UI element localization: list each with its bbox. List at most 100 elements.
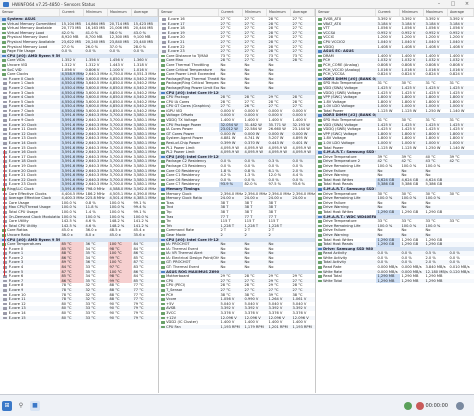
current-value: 1,290 MB (376, 278, 400, 284)
sensor-icon (3, 114, 8, 118)
col-average[interactable]: Average (291, 9, 315, 16)
maximize-icon[interactable]: □ (446, 0, 460, 8)
sensor-icon (162, 18, 167, 21)
sensor-row[interactable]: Write Total 1,290 MB 1,290 MB 1,290 MB (316, 278, 474, 284)
device-icon (160, 238, 165, 242)
col-minimum[interactable]: Minimum (84, 9, 108, 16)
col-current[interactable]: Current (60, 9, 84, 16)
sensor-icon (1, 40, 6, 44)
sensor-tray-icon[interactable] (415, 401, 424, 410)
sensor-icon (317, 192, 322, 196)
sensor-icon (160, 197, 165, 200)
sensor-icon (160, 220, 165, 223)
sensor-icon (160, 169, 165, 173)
sensor-icon (160, 293, 165, 297)
sensor-icon (160, 114, 165, 118)
sensor-icon (3, 119, 8, 122)
col-maximum[interactable]: Maximum (267, 9, 291, 16)
sensor-icon (160, 307, 165, 310)
hwinfo-taskbar-icon[interactable]: ■ (30, 400, 40, 411)
sensor-row[interactable]: CPU Fan 1,193 RPM 1,179 RPM 1,201 RPM 1,193 … (159, 324, 315, 330)
close-icon[interactable]: × (460, 0, 474, 8)
sensor-icon (317, 27, 322, 30)
sensor-icon (160, 325, 165, 329)
col-current[interactable]: Current (219, 9, 243, 16)
sensor-icon (160, 201, 165, 205)
sensor-icon (1, 59, 6, 62)
col-minimum[interactable]: Minimum (400, 9, 424, 16)
sensor-icon (317, 210, 322, 214)
col-minimum[interactable]: Minimum (243, 9, 267, 16)
sensor-icon (1, 36, 6, 39)
sensor-icon (160, 247, 165, 251)
current-value: 1,193 RPM (220, 324, 240, 329)
device-icon (160, 187, 165, 191)
sensor-icon (317, 146, 322, 150)
sensor-icon (162, 40, 167, 44)
col-current[interactable]: Current (376, 9, 400, 16)
sensor-icon (160, 142, 165, 145)
sensor-icon (160, 174, 165, 177)
col-sensor[interactable]: Sensor (0, 9, 60, 16)
sensor-icon (317, 91, 322, 95)
sensor-name: CPU Fan (159, 325, 219, 330)
sensor-icon (160, 128, 165, 131)
sensor-icon (160, 119, 165, 122)
minimize-icon[interactable]: – (432, 0, 446, 8)
window-title: HWiNFO64 v7.25-4850 - Sensors Status (12, 1, 96, 7)
sensor-icon (317, 54, 322, 58)
sensor-icon (317, 96, 322, 99)
clock[interactable]: 00:00:00 (426, 403, 448, 409)
sensor-icon (317, 178, 322, 182)
sensor-icon (3, 82, 8, 85)
hwinfo-tray-icon[interactable] (403, 401, 412, 410)
sensor-icon (317, 155, 322, 159)
sensor-label: Write Total (323, 278, 343, 283)
sensor-icon (1, 22, 6, 26)
sensor-icon (160, 256, 165, 260)
col-average[interactable]: Average (448, 9, 474, 16)
col-average[interactable]: Average (132, 9, 158, 16)
network-icon[interactable] (456, 401, 464, 410)
sensor-icon (160, 279, 165, 283)
col-maximum[interactable]: Maximum (424, 9, 448, 16)
average-value (448, 279, 474, 284)
sensor-icon (317, 100, 322, 104)
sensor-icon (317, 183, 322, 186)
col-maximum[interactable]: Maximum (108, 9, 132, 16)
sensor-icon (317, 229, 322, 232)
sensor-icon (317, 165, 322, 168)
sensor-icon (160, 68, 165, 72)
col-sensor[interactable]: Sensor (316, 9, 376, 16)
device-icon (317, 247, 322, 251)
sensor-icon (162, 45, 167, 49)
sensor-icon (1, 27, 6, 30)
sensor-icon (3, 307, 8, 310)
sensor-icon (160, 302, 165, 306)
sensor-row[interactable]: E-core 15 80 °C 33 °C 90 °C 79 °C (0, 315, 158, 321)
sensor-icon (317, 169, 322, 173)
sensor-icon (160, 192, 165, 196)
start-icon[interactable]: ⊞ (2, 400, 12, 411)
sensor-icon (160, 321, 165, 324)
maximum-value: 1,290 MB (425, 278, 443, 283)
sensor-icon (160, 266, 165, 269)
sensor-list[interactable]: E-core 16 27 °C 27 °C 28 °C 27 °C E-core 17 27… (159, 17, 315, 330)
sensor-icon (160, 178, 165, 182)
sensor-list[interactable]: 3VSB_ATX 3.392 V 3.392 V 3.392 V 3.392 V VBAT… (316, 17, 474, 284)
sensor-icon (1, 63, 6, 67)
sensor-icon (317, 279, 322, 283)
sensor-icon (317, 137, 322, 141)
sensor-icon (160, 215, 165, 219)
minimum-value: 1,290 MB (401, 278, 419, 283)
column-header: Sensor Current Minimum Maximum Average (0, 9, 158, 17)
sensor-icon (3, 137, 8, 141)
col-sensor[interactable]: Sensor (159, 9, 219, 16)
sensor-icon (317, 119, 322, 122)
sensor-icon (160, 252, 165, 255)
device-icon (1, 54, 6, 58)
search-icon[interactable]: ⚲ (16, 401, 26, 411)
sensor-icon (160, 233, 165, 237)
sensor-icon (317, 238, 322, 242)
sensor-list[interactable]: System: ASUS Virtual Memory Committed 15,1… (0, 17, 158, 321)
